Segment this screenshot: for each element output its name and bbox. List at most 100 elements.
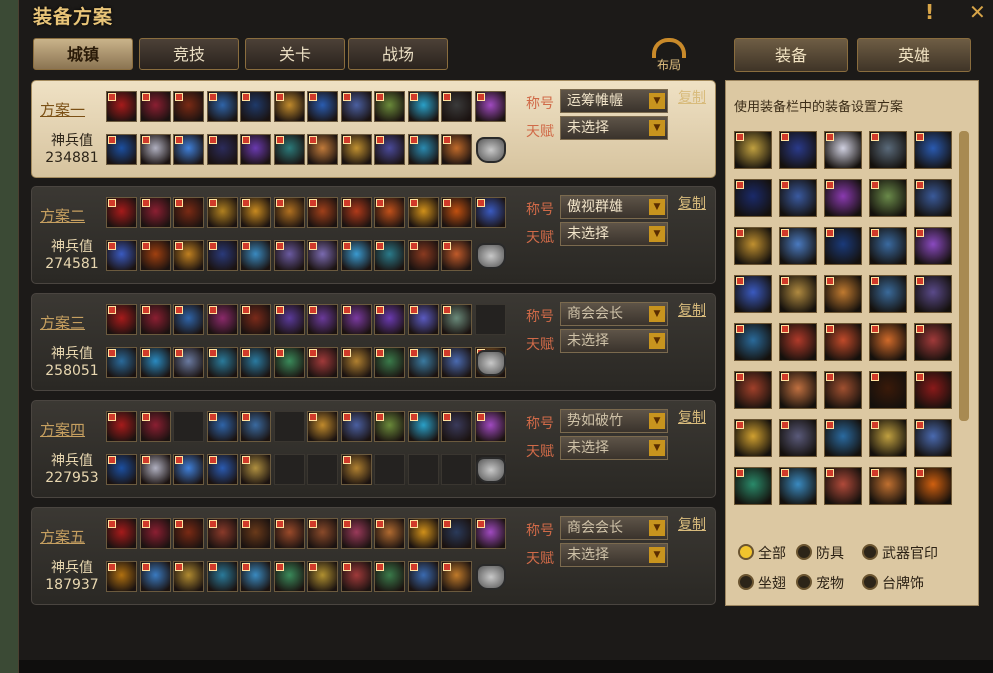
inventory-item[interactable] [869, 371, 907, 409]
inventory-item[interactable] [869, 419, 907, 457]
equipment-slot[interactable] [273, 240, 305, 271]
talent-select[interactable]: 未选择 ▼ [560, 436, 668, 460]
equipment-slot[interactable] [441, 134, 472, 165]
equipment-slot[interactable] [139, 561, 171, 592]
inventory-item[interactable] [734, 323, 772, 361]
equipment-slot[interactable] [441, 518, 472, 549]
equipment-slot[interactable] [441, 240, 472, 271]
equipment-slot[interactable] [173, 91, 204, 122]
equipment-slot[interactable] [106, 91, 137, 122]
equipment-slot[interactable] [139, 411, 171, 442]
inventory-item[interactable] [779, 419, 817, 457]
close-icon[interactable]: ✕ [969, 0, 986, 24]
inventory-item[interactable] [869, 179, 907, 217]
equipment-slot[interactable] [106, 347, 137, 378]
inventory-item[interactable] [734, 131, 772, 169]
equipment-slot[interactable] [407, 561, 439, 592]
equipment-slot[interactable] [340, 197, 372, 228]
equipment-slot[interactable] [139, 134, 171, 165]
equipment-slot[interactable] [273, 197, 305, 228]
equipment-slot[interactable] [106, 197, 137, 228]
inventory-item[interactable] [869, 323, 907, 361]
talent-select[interactable]: 未选择 ▼ [560, 329, 668, 353]
inventory-item[interactable] [824, 419, 862, 457]
plan-2[interactable]: 方案二 神兵值 274581 称号 天赋 傲视群雄 ▼ 未选择 ▼ 复制 [31, 186, 716, 284]
equipment-slot[interactable] [106, 304, 137, 335]
inventory-item[interactable] [734, 467, 772, 505]
tab-equipment[interactable]: 装备 [734, 38, 848, 72]
equipment-slot[interactable] [474, 518, 506, 549]
cauldron-icon[interactable] [476, 457, 506, 483]
inventory-item[interactable] [869, 227, 907, 265]
equipment-slot[interactable] [139, 518, 171, 549]
tab-hero[interactable]: 英雄 [857, 38, 971, 72]
inventory-item[interactable] [914, 275, 952, 313]
equipment-slot[interactable] [307, 197, 338, 228]
equipment-slot[interactable] [206, 304, 238, 335]
title-select[interactable]: 运筹帷幄 ▼ [560, 89, 668, 113]
equipment-slot[interactable] [273, 134, 305, 165]
inventory-scrollbar[interactable] [959, 131, 969, 421]
equipment-slot[interactable] [340, 411, 372, 442]
equipment-slot[interactable] [340, 91, 372, 122]
title-select[interactable]: 势如破竹 ▼ [560, 409, 668, 433]
plan-1[interactable]: 方案一 神兵值 234881 称号 天赋 运筹帷幄 ▼ 未选择 ▼ 复制 [31, 80, 716, 178]
equipment-slot[interactable] [173, 304, 204, 335]
inventory-item[interactable] [914, 131, 952, 169]
inventory-item[interactable] [779, 275, 817, 313]
equipment-slot[interactable] [374, 304, 405, 335]
equipment-slot[interactable] [441, 561, 472, 592]
equipment-slot[interactable] [173, 134, 204, 165]
empty-slot[interactable] [441, 454, 472, 485]
empty-slot[interactable] [474, 304, 506, 335]
plan-name[interactable]: 方案一 [40, 99, 85, 120]
empty-slot[interactable] [173, 411, 204, 442]
equipment-slot[interactable] [474, 91, 506, 122]
equipment-slot[interactable] [474, 411, 506, 442]
equipment-slot[interactable] [106, 454, 137, 485]
inventory-item[interactable] [734, 275, 772, 313]
inventory-item[interactable] [734, 179, 772, 217]
equipment-slot[interactable] [139, 240, 171, 271]
copy-button[interactable]: 复制 [678, 300, 706, 320]
empty-slot[interactable] [273, 454, 305, 485]
filter-radio[interactable]: 坐翅 [738, 573, 786, 593]
layout-button[interactable]: 布局 [649, 38, 689, 72]
inventory-item[interactable] [914, 419, 952, 457]
title-select[interactable]: 傲视群雄 ▼ [560, 195, 668, 219]
empty-slot[interactable] [307, 454, 338, 485]
cauldron-icon[interactable] [476, 243, 506, 269]
inventory-item[interactable] [824, 371, 862, 409]
inventory-item[interactable] [824, 467, 862, 505]
plan-5[interactable]: 方案五 神兵值 187937 称号 天赋 商会会长 ▼ 未选择 ▼ 复制 [31, 507, 716, 605]
filter-radio[interactable]: 台牌饰 [862, 573, 924, 593]
cauldron-icon[interactable] [476, 564, 506, 590]
equipment-slot[interactable] [374, 197, 405, 228]
talent-select[interactable]: 未选择 ▼ [560, 116, 668, 140]
filter-radio[interactable]: 宠物 [796, 573, 844, 593]
inventory-item[interactable] [914, 371, 952, 409]
equipment-slot[interactable] [206, 91, 238, 122]
equipment-slot[interactable] [273, 561, 305, 592]
equipment-slot[interactable] [206, 561, 238, 592]
equipment-slot[interactable] [240, 304, 271, 335]
copy-button[interactable]: 复制 [678, 514, 706, 534]
equipment-slot[interactable] [106, 411, 137, 442]
empty-slot[interactable] [407, 454, 439, 485]
inventory-item[interactable] [869, 467, 907, 505]
equipment-slot[interactable] [441, 197, 472, 228]
equipment-slot[interactable] [240, 134, 271, 165]
equipment-slot[interactable] [273, 91, 305, 122]
equipment-slot[interactable] [240, 518, 271, 549]
equipment-slot[interactable] [307, 518, 338, 549]
equipment-slot[interactable] [407, 347, 439, 378]
equipment-slot[interactable] [307, 304, 338, 335]
inventory-item[interactable] [914, 467, 952, 505]
equipment-slot[interactable] [340, 304, 372, 335]
inventory-item[interactable] [734, 227, 772, 265]
equipment-slot[interactable] [273, 347, 305, 378]
equipment-slot[interactable] [173, 518, 204, 549]
cauldron-icon[interactable] [476, 137, 506, 163]
equipment-slot[interactable] [474, 197, 506, 228]
equipment-slot[interactable] [139, 304, 171, 335]
